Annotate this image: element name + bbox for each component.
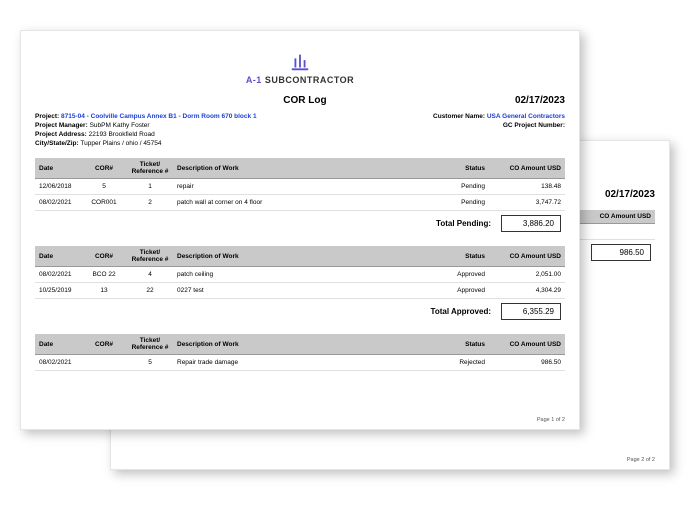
logo-block: A-1 SUBCONTRACTOR: [35, 51, 565, 85]
building-icon: [289, 51, 311, 75]
project-link[interactable]: 8715-04 - Coolville Campus Annex B1 - Do…: [61, 113, 257, 120]
total-pending-label: Total Pending:: [35, 211, 495, 237]
table-row: 08/02/2021 COR001 2 patch wall at corner…: [35, 195, 565, 211]
total-pending-value: 3,886.20: [501, 215, 561, 232]
table-row: 08/02/2021 BCO 22 4 patch ceiling Approv…: [35, 267, 565, 283]
rejected-table: Date COR# Ticket/ Reference # Descriptio…: [35, 334, 565, 371]
report-page-1: A-1 SUBCONTRACTOR COR Log 02/17/2023 Pro…: [20, 30, 580, 430]
total-approved-value: 6,355.29: [501, 303, 561, 320]
table-row: 12/06/2018 5 1 repair Pending 138.48: [35, 179, 565, 195]
page-footer: Page 2 of 2: [627, 457, 655, 463]
report-date-p2: 02/17/2023: [605, 189, 655, 200]
table-row: 08/02/2021 5 Repair trade damage Rejecte…: [35, 355, 565, 371]
col-amount: CO Amount USD: [569, 210, 655, 224]
report-date: 02/17/2023: [515, 95, 565, 106]
pending-table: Date COR# Ticket/ Reference # Descriptio…: [35, 158, 565, 236]
brand-text: A-1 SUBCONTRACTOR: [35, 75, 565, 85]
table-row: 10/25/2019 13 22 0227 test Approved 4,30…: [35, 283, 565, 299]
approved-table: Date COR# Ticket/ Reference # Descriptio…: [35, 246, 565, 324]
page-footer: Page 1 of 2: [537, 417, 565, 423]
meta-block: Project: 8715-04 - Coolville Campus Anne…: [35, 112, 565, 148]
total-rejected-value: 986.50: [591, 244, 651, 261]
customer-link[interactable]: USA General Contractors: [487, 113, 565, 120]
report-title: COR Log: [95, 95, 515, 106]
total-approved-label: Total Approved:: [35, 299, 495, 325]
